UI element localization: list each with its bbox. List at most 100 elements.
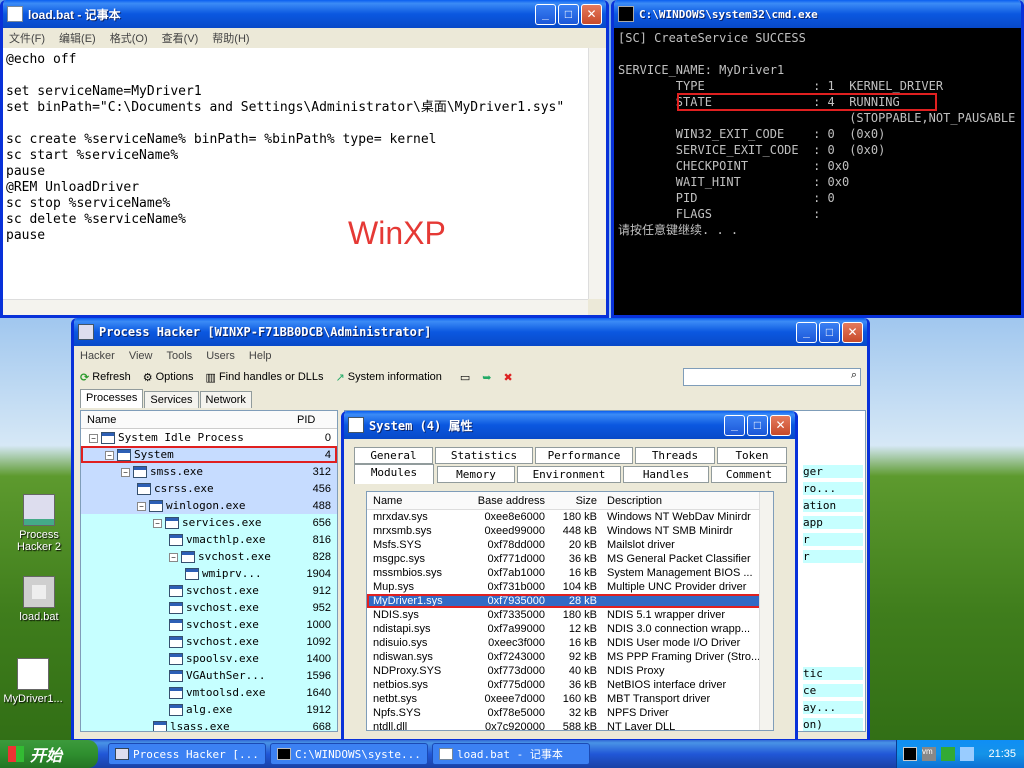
options-button[interactable]: ⚙ Options: [143, 371, 194, 384]
search-input[interactable]: ⌕: [683, 368, 861, 386]
module-row[interactable]: Msfs.SYS 0xf78dd000 20 kB Mailslot driver: [367, 538, 773, 552]
refresh-button[interactable]: ⟳ Refresh: [80, 371, 131, 384]
menu-users[interactable]: Users: [206, 350, 235, 362]
column-description[interactable]: Description: [601, 495, 773, 507]
cmd-output[interactable]: [SC] CreateService SUCCESS SERVICE_NAME: …: [614, 28, 1021, 315]
column-name[interactable]: Name: [81, 414, 297, 426]
find-handles-button[interactable]: ▥ Find handles or DLLs: [206, 371, 324, 384]
close-button[interactable]: ✕: [770, 414, 791, 436]
tab-token[interactable]: Token: [717, 447, 787, 464]
module-row[interactable]: mrxsmb.sys 0xeed99000 448 kB Windows NT SMB…: [367, 524, 773, 538]
process-row[interactable]: svchost.exe 1000: [81, 616, 337, 633]
process-row[interactable]: svchost.exe 1092: [81, 633, 337, 650]
clock[interactable]: 21:35: [988, 748, 1016, 760]
taskbar-button-notepad[interactable]: load.bat - 记事本: [432, 743, 590, 765]
process-row[interactable]: vmacthlp.exe 816: [81, 531, 337, 548]
menu-view[interactable]: 查看(V): [162, 30, 199, 46]
column-base-address[interactable]: Base address: [473, 495, 545, 507]
system-information-button[interactable]: ↗ System information: [336, 371, 442, 384]
module-row[interactable]: MyDriver1.sys 0xf7935000 28 kB: [367, 594, 773, 608]
close-button[interactable]: ✕: [581, 3, 602, 25]
collapse-toggle-icon[interactable]: −: [153, 518, 162, 528]
tab-services[interactable]: Services: [144, 391, 199, 408]
terminate-icon-button[interactable]: ✖: [504, 371, 513, 384]
process-row[interactable]: lsass.exe 668: [81, 718, 337, 731]
menu-edit[interactable]: 编辑(E): [59, 30, 96, 46]
column-pid[interactable]: PID: [297, 414, 337, 426]
module-row[interactable]: msgpc.sys 0xf771d000 36 kB MS General Packe…: [367, 552, 773, 566]
tab-general[interactable]: General: [354, 447, 433, 464]
tab-statistics[interactable]: Statistics: [435, 447, 533, 464]
tab-performance[interactable]: Performance: [535, 447, 633, 464]
process-row[interactable]: alg.exe 1912: [81, 701, 337, 718]
module-row[interactable]: Npfs.SYS 0xf78e5000 32 kB NPFS Driver: [367, 706, 773, 720]
column-size[interactable]: Size: [545, 495, 601, 507]
minimize-button[interactable]: _: [724, 414, 745, 436]
notepad-titlebar[interactable]: load.bat - 记事本 _ □ ✕: [3, 0, 606, 28]
process-hacker-tray-icon[interactable]: [941, 747, 955, 761]
column-name[interactable]: Name: [367, 495, 473, 507]
cmd-titlebar[interactable]: C:\WINDOWS\system32\cmd.exe: [614, 0, 1021, 28]
process-row[interactable]: VGAuthSer... 1596: [81, 667, 337, 684]
module-row[interactable]: ntdll.dll 0x7c920000 588 kB NT Layer DLL: [367, 720, 773, 730]
close-button[interactable]: ✕: [842, 321, 863, 343]
menu-tools[interactable]: Tools: [167, 350, 193, 362]
collapse-toggle-icon[interactable]: −: [137, 501, 146, 511]
process-row[interactable]: − smss.exe 312: [81, 463, 337, 480]
collapse-toggle-icon[interactable]: −: [121, 467, 130, 477]
module-row[interactable]: mssmbios.sys 0xf7ab1000 16 kB System Manage…: [367, 566, 773, 580]
props-titlebar[interactable]: System (4) 属性 _ □ ✕: [344, 411, 795, 439]
process-row[interactable]: spoolsv.exe 1400: [81, 650, 337, 667]
module-row[interactable]: NDIS.sys 0xf7335000 180 kB NDIS 5.1 wrapper…: [367, 608, 773, 622]
menu-hacker[interactable]: Hacker: [80, 350, 115, 362]
tab-network[interactable]: Network: [199, 391, 252, 408]
tab-modules[interactable]: Modules: [354, 464, 434, 484]
module-row[interactable]: Mup.sys 0xf731b000 104 kB Multiple UNC Prov…: [367, 580, 773, 594]
menu-view[interactable]: View: [129, 350, 153, 362]
tab-handles[interactable]: Handles: [623, 466, 709, 483]
network-tray-icon[interactable]: [960, 747, 974, 761]
module-row[interactable]: NDProxy.SYS 0xf773d000 40 kB NDIS Proxy: [367, 664, 773, 678]
go-icon-button[interactable]: ➥: [482, 371, 491, 384]
desktop-icon-process-hacker[interactable]: Process Hacker 2: [6, 494, 72, 553]
window-icon-button[interactable]: ▭: [460, 371, 470, 384]
minimize-button[interactable]: _: [535, 3, 556, 25]
process-row[interactable]: wmiprv... 1904: [81, 565, 337, 582]
notepad-horizontal-scrollbar[interactable]: [3, 299, 588, 315]
tab-processes[interactable]: Processes: [80, 389, 144, 408]
taskbar-button-cmd[interactable]: C:\WINDOWS\syste...: [270, 743, 428, 765]
menu-format[interactable]: 格式(O): [110, 30, 148, 46]
taskbar-button-process-hacker[interactable]: Process Hacker [...: [108, 743, 266, 765]
process-row[interactable]: csrss.exe 456: [81, 480, 337, 497]
modules-scrollbar[interactable]: [759, 492, 773, 730]
process-row[interactable]: − System Idle Process 0: [81, 429, 337, 446]
maximize-button[interactable]: □: [819, 321, 840, 343]
desktop-icon-mydriver[interactable]: MyDriver1...: [0, 658, 66, 705]
module-row[interactable]: ndisuio.sys 0xeec3f000 16 kB NDIS User mode…: [367, 636, 773, 650]
tab-threads[interactable]: Threads: [635, 447, 715, 464]
maximize-button[interactable]: □: [558, 3, 579, 25]
minimize-button[interactable]: _: [796, 321, 817, 343]
desktop-icon-load-bat[interactable]: load.bat: [6, 576, 72, 623]
process-row[interactable]: − winlogon.exe 488: [81, 497, 337, 514]
process-row[interactable]: svchost.exe 912: [81, 582, 337, 599]
menu-help[interactable]: 帮助(H): [212, 30, 249, 46]
start-button[interactable]: 开始: [0, 740, 98, 768]
module-row[interactable]: ndiswan.sys 0xf7243000 92 kB MS PPP Framing…: [367, 650, 773, 664]
tab-memory[interactable]: Memory: [437, 466, 515, 483]
process-row[interactable]: svchost.exe 952: [81, 599, 337, 616]
process-row[interactable]: − svchost.exe 828: [81, 548, 337, 565]
cmd-tray-icon[interactable]: [903, 747, 917, 761]
ph-titlebar[interactable]: Process Hacker [WINXP-F71BB0DCB\Administ…: [74, 318, 867, 346]
module-row[interactable]: netbt.sys 0xeee7d000 160 kB MBT Transport d…: [367, 692, 773, 706]
module-row[interactable]: netbios.sys 0xf775d000 36 kB NetBIOS interf…: [367, 678, 773, 692]
collapse-toggle-icon[interactable]: −: [89, 433, 98, 443]
notepad-text-area[interactable]: @echo off set serviceName=MyDriver1 set bi…: [3, 48, 588, 299]
process-row[interactable]: vmtoolsd.exe 1640: [81, 684, 337, 701]
module-row[interactable]: ndistapi.sys 0xf7a99000 12 kB NDIS 3.0 conn…: [367, 622, 773, 636]
process-row[interactable]: − System 4: [81, 446, 337, 463]
tab-environment[interactable]: Environment: [517, 466, 621, 483]
vmware-tray-icon[interactable]: vm: [922, 747, 936, 761]
notepad-vertical-scrollbar[interactable]: [588, 48, 606, 299]
collapse-toggle-icon[interactable]: −: [169, 552, 178, 562]
